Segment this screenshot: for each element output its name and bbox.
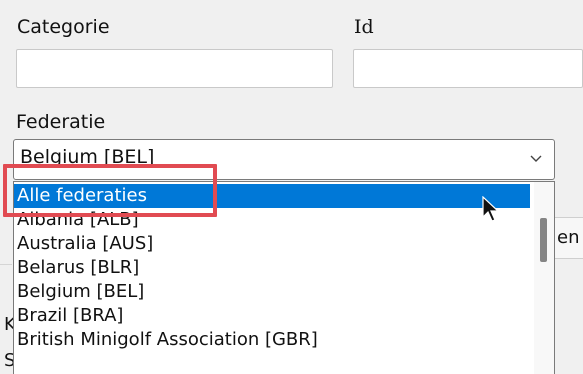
- annotation-highlight-box: [3, 164, 217, 217]
- dropdown-scrollbar[interactable]: [534, 182, 554, 374]
- mouse-pointer-icon: [482, 196, 500, 222]
- background-divider: [0, 264, 12, 265]
- chevron-down-icon[interactable]: [528, 150, 544, 166]
- dropdown-option[interactable]: British Minigolf Association [GBR]: [14, 328, 530, 352]
- window-region: Categorie Id Federatie Belgium [BEL] en …: [0, 0, 583, 374]
- id-input[interactable]: [353, 49, 583, 88]
- dropdown-option[interactable]: Brazil [BRA]: [14, 304, 530, 328]
- id-label: Id: [354, 16, 374, 38]
- federatie-label: Federatie: [16, 111, 106, 133]
- dropdown-option[interactable]: [14, 352, 530, 374]
- background-button-partial[interactable]: en: [553, 217, 583, 259]
- categorie-label: Categorie: [17, 16, 110, 38]
- dropdown-option[interactable]: Belgium [BEL]: [14, 280, 530, 304]
- scroll-thumb[interactable]: [540, 218, 547, 262]
- background-button-text: en: [557, 227, 580, 248]
- categorie-input[interactable]: [16, 49, 333, 88]
- dropdown-option[interactable]: Belarus [BLR]: [14, 256, 530, 280]
- dropdown-option[interactable]: Australia [AUS]: [14, 232, 530, 256]
